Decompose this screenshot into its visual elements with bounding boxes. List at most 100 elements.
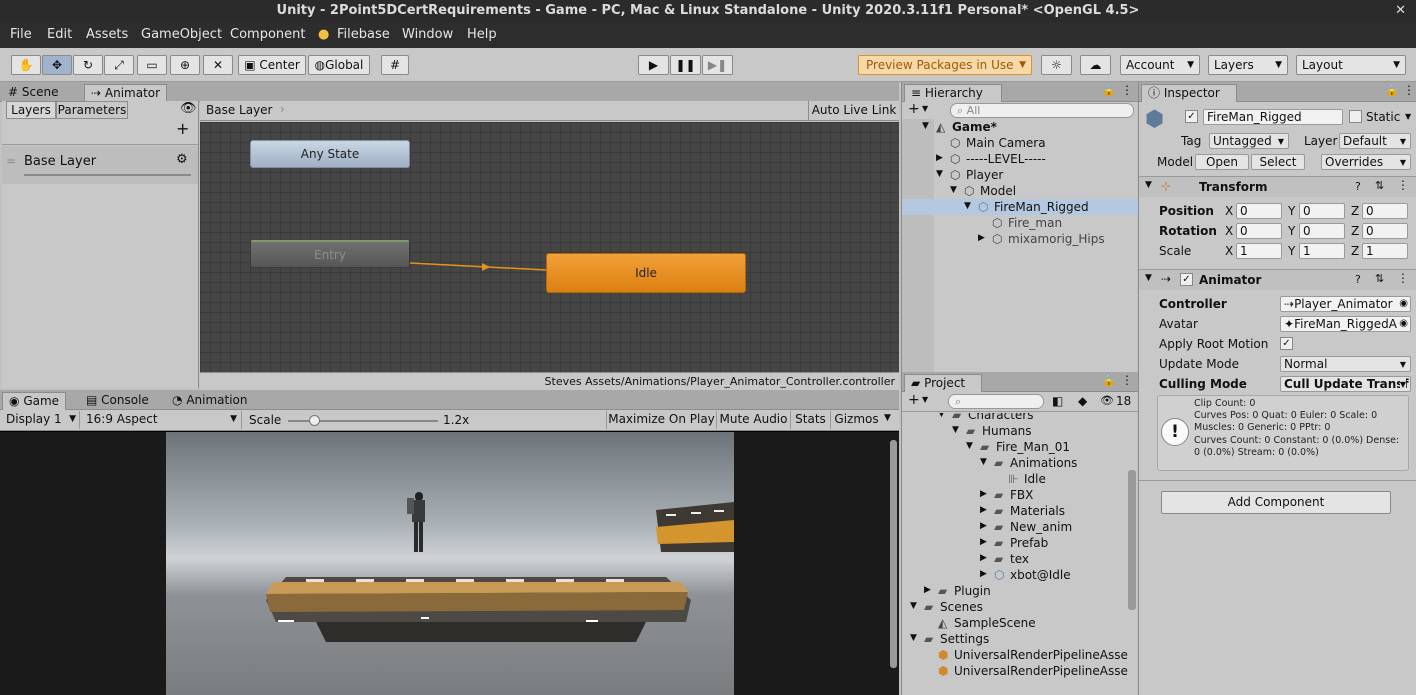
sun-icon[interactable]: ☼ bbox=[1041, 55, 1072, 75]
more-options-icon[interactable]: ⋮ bbox=[1121, 83, 1133, 97]
hierarchy-item[interactable]: ⬡ Main Camera bbox=[902, 135, 1138, 151]
axis-label-y[interactable]: Y bbox=[1288, 244, 1295, 258]
preset-icon[interactable]: ⇅ bbox=[1375, 179, 1384, 192]
lock-icon[interactable]: 🔒 bbox=[1385, 84, 1399, 97]
chevron-down-icon[interactable]: ▼ bbox=[922, 104, 928, 113]
transform-x-field[interactable]: 0 bbox=[1236, 203, 1282, 219]
plus-icon[interactable]: + bbox=[908, 101, 920, 117]
chevron-right-icon[interactable]: ▶ bbox=[980, 521, 987, 531]
more-options-icon[interactable]: ⋮ bbox=[1121, 373, 1133, 387]
project-item[interactable]: ▶ ▰ New_anim bbox=[902, 519, 1128, 535]
transform-z-field[interactable]: 1 bbox=[1362, 243, 1408, 259]
menu-file[interactable]: File bbox=[10, 27, 32, 42]
hidden-packages-icon[interactable]: 👁 bbox=[1100, 394, 1114, 407]
chevron-right-icon[interactable]: ▶ bbox=[980, 537, 987, 547]
help-icon[interactable]: ? bbox=[1355, 180, 1361, 193]
project-item[interactable]: ▼ ▰ Settings bbox=[902, 631, 1128, 647]
rect-tool-icon[interactable]: ▭ bbox=[137, 55, 167, 75]
more-options-icon[interactable]: ⋮ bbox=[1397, 178, 1409, 192]
project-item[interactable]: ▶ ⬡ xbot@Idle bbox=[902, 567, 1128, 583]
chevron-right-icon[interactable]: ▶ bbox=[980, 489, 987, 499]
object-picker-icon[interactable]: ◉ bbox=[1399, 317, 1408, 331]
close-icon[interactable]: ✕ bbox=[1395, 0, 1406, 22]
transform-x-field[interactable]: 0 bbox=[1236, 223, 1282, 239]
pivot-center-button[interactable]: ▣ Center bbox=[238, 55, 306, 75]
tab-layers[interactable]: Layers bbox=[6, 101, 56, 119]
project-item[interactable]: ◭ SampleScene bbox=[902, 615, 1128, 631]
transform-y-field[interactable]: 0 bbox=[1299, 223, 1345, 239]
project-item[interactable]: ⬢ UniversalRenderPipelineAsse bbox=[902, 663, 1128, 679]
hierarchy-item[interactable]: ▼ ⬡ Model bbox=[902, 183, 1138, 199]
cloud-icon[interactable]: ☁ bbox=[1080, 55, 1111, 75]
hierarchy-item[interactable]: ▼ ◭ Game* bbox=[902, 119, 1138, 135]
chevron-right-icon[interactable]: ▶ bbox=[980, 569, 987, 579]
preset-icon[interactable]: ⇅ bbox=[1375, 272, 1384, 285]
axis-label-z[interactable]: Z bbox=[1351, 204, 1359, 218]
chevron-right-icon[interactable]: ▶ bbox=[978, 233, 985, 243]
play-button[interactable]: ▶ bbox=[638, 55, 669, 75]
tab-parameters[interactable]: Parameters bbox=[56, 101, 128, 119]
filter-by-type-icon[interactable]: ◧ bbox=[1052, 394, 1063, 408]
project-item[interactable]: ▼ ▰ Humans bbox=[902, 423, 1128, 439]
layer-row-base[interactable]: = Base Layer ⚙ bbox=[2, 146, 198, 184]
animator-enabled-checkbox[interactable]: ✓ bbox=[1180, 273, 1193, 286]
project-item[interactable]: ▶ ▰ Plugin bbox=[902, 583, 1128, 599]
chevron-down-icon[interactable]: ▼ bbox=[964, 201, 971, 211]
project-scrollbar[interactable] bbox=[1128, 470, 1136, 610]
project-item[interactable]: ▶ ▰ Prefab bbox=[902, 535, 1128, 551]
tab-animator[interactable]: ⇢ Animator bbox=[84, 84, 168, 102]
custom-tool-icon[interactable]: ✕ bbox=[203, 55, 233, 75]
hierarchy-item[interactable]: ▶ ⬡ mixamorig_Hips bbox=[902, 231, 1138, 247]
transform-y-field[interactable]: 1 bbox=[1299, 243, 1345, 259]
update-mode-dropdown[interactable]: Normal ▼ bbox=[1280, 356, 1411, 372]
display-dropdown[interactable]: Display 1 ▼ bbox=[2, 411, 80, 429]
animator-component-header[interactable]: ▼ ⇢ ✓ Animator ? ⇅ ⋮ bbox=[1139, 270, 1416, 290]
project-item[interactable]: ▼ ▰ Animations bbox=[902, 455, 1128, 471]
layout-dropdown[interactable]: Layout ▼ bbox=[1296, 55, 1406, 75]
menu-gameobject[interactable]: GameObject bbox=[141, 27, 222, 42]
rotate-tool-icon[interactable]: ↻ bbox=[73, 55, 103, 75]
maximize-on-play-toggle[interactable]: Maximize On Play bbox=[606, 411, 716, 429]
hierarchy-item[interactable]: ⬡ Fire_man bbox=[902, 215, 1138, 231]
game-view[interactable] bbox=[166, 432, 734, 695]
project-item[interactable]: ⬢ UniversalRenderPipelineAsse bbox=[902, 647, 1128, 663]
axis-label-x[interactable]: X bbox=[1225, 244, 1233, 258]
scale-tool-icon[interactable]: ⤢ bbox=[104, 55, 134, 75]
project-search-input[interactable]: ⌕ bbox=[948, 394, 1044, 409]
open-button[interactable]: Open bbox=[1195, 154, 1249, 170]
tag-dropdown[interactable]: Untagged ▼ bbox=[1209, 133, 1289, 149]
more-options-icon[interactable]: ⋮ bbox=[1403, 83, 1415, 97]
tab-project[interactable]: ▰ Project bbox=[904, 374, 982, 392]
layer-dropdown[interactable]: Default ▼ bbox=[1339, 133, 1411, 149]
space-global-button[interactable]: ◍Global bbox=[308, 55, 370, 75]
object-name-field[interactable]: FireMan_Rigged bbox=[1203, 109, 1343, 125]
menu-assets[interactable]: Assets bbox=[86, 27, 128, 42]
chevron-down-icon[interactable]: ▼ bbox=[922, 121, 929, 131]
menu-edit[interactable]: Edit bbox=[47, 27, 72, 42]
avatar-field[interactable]: ✦FireMan_RiggedA ◉ bbox=[1280, 316, 1411, 332]
chevron-down-icon[interactable]: ▼ bbox=[936, 169, 943, 179]
transform-tool-icon[interactable]: ⊕ bbox=[170, 55, 200, 75]
project-item[interactable]: ⊪ Idle bbox=[902, 471, 1128, 487]
chevron-down-icon[interactable]: ▼ bbox=[910, 633, 917, 643]
hierarchy-search-input[interactable]: ⌕ All bbox=[950, 103, 1134, 118]
chevron-right-icon[interactable]: ▶ bbox=[980, 505, 987, 515]
chevron-right-icon[interactable]: ▶ bbox=[924, 585, 931, 595]
hierarchy-item[interactable]: ▼ ⬡ FireMan_Rigged bbox=[902, 199, 1138, 215]
axis-label-z[interactable]: Z bbox=[1351, 224, 1359, 238]
aspect-dropdown[interactable]: 16:9 Aspect ▼ bbox=[82, 411, 242, 429]
more-options-icon[interactable]: ⋮ bbox=[1397, 271, 1409, 285]
hierarchy-item[interactable]: ▼ ⬡ Player bbox=[902, 167, 1138, 183]
lock-icon[interactable]: 🔒 bbox=[1102, 374, 1116, 387]
transform-z-field[interactable]: 0 bbox=[1362, 223, 1408, 239]
axis-label-y[interactable]: Y bbox=[1288, 224, 1295, 238]
project-item[interactable]: ▼ ▰ Characters bbox=[902, 413, 1128, 423]
preview-packages-dropdown[interactable]: Preview Packages in Use ▼ bbox=[858, 55, 1032, 75]
chevron-down-icon[interactable]: ▼ bbox=[1405, 112, 1411, 121]
lock-icon[interactable]: 🔒 bbox=[1102, 84, 1116, 97]
chevron-down-icon[interactable]: ▼ bbox=[922, 395, 928, 404]
tab-inspector[interactable]: ⓘ Inspector bbox=[1141, 84, 1237, 102]
chevron-right-icon[interactable]: ▶ bbox=[980, 553, 987, 563]
tab-game[interactable]: ◉ Game bbox=[2, 392, 67, 410]
project-item[interactable]: ▼ ▰ Fire_Man_01 bbox=[902, 439, 1128, 455]
